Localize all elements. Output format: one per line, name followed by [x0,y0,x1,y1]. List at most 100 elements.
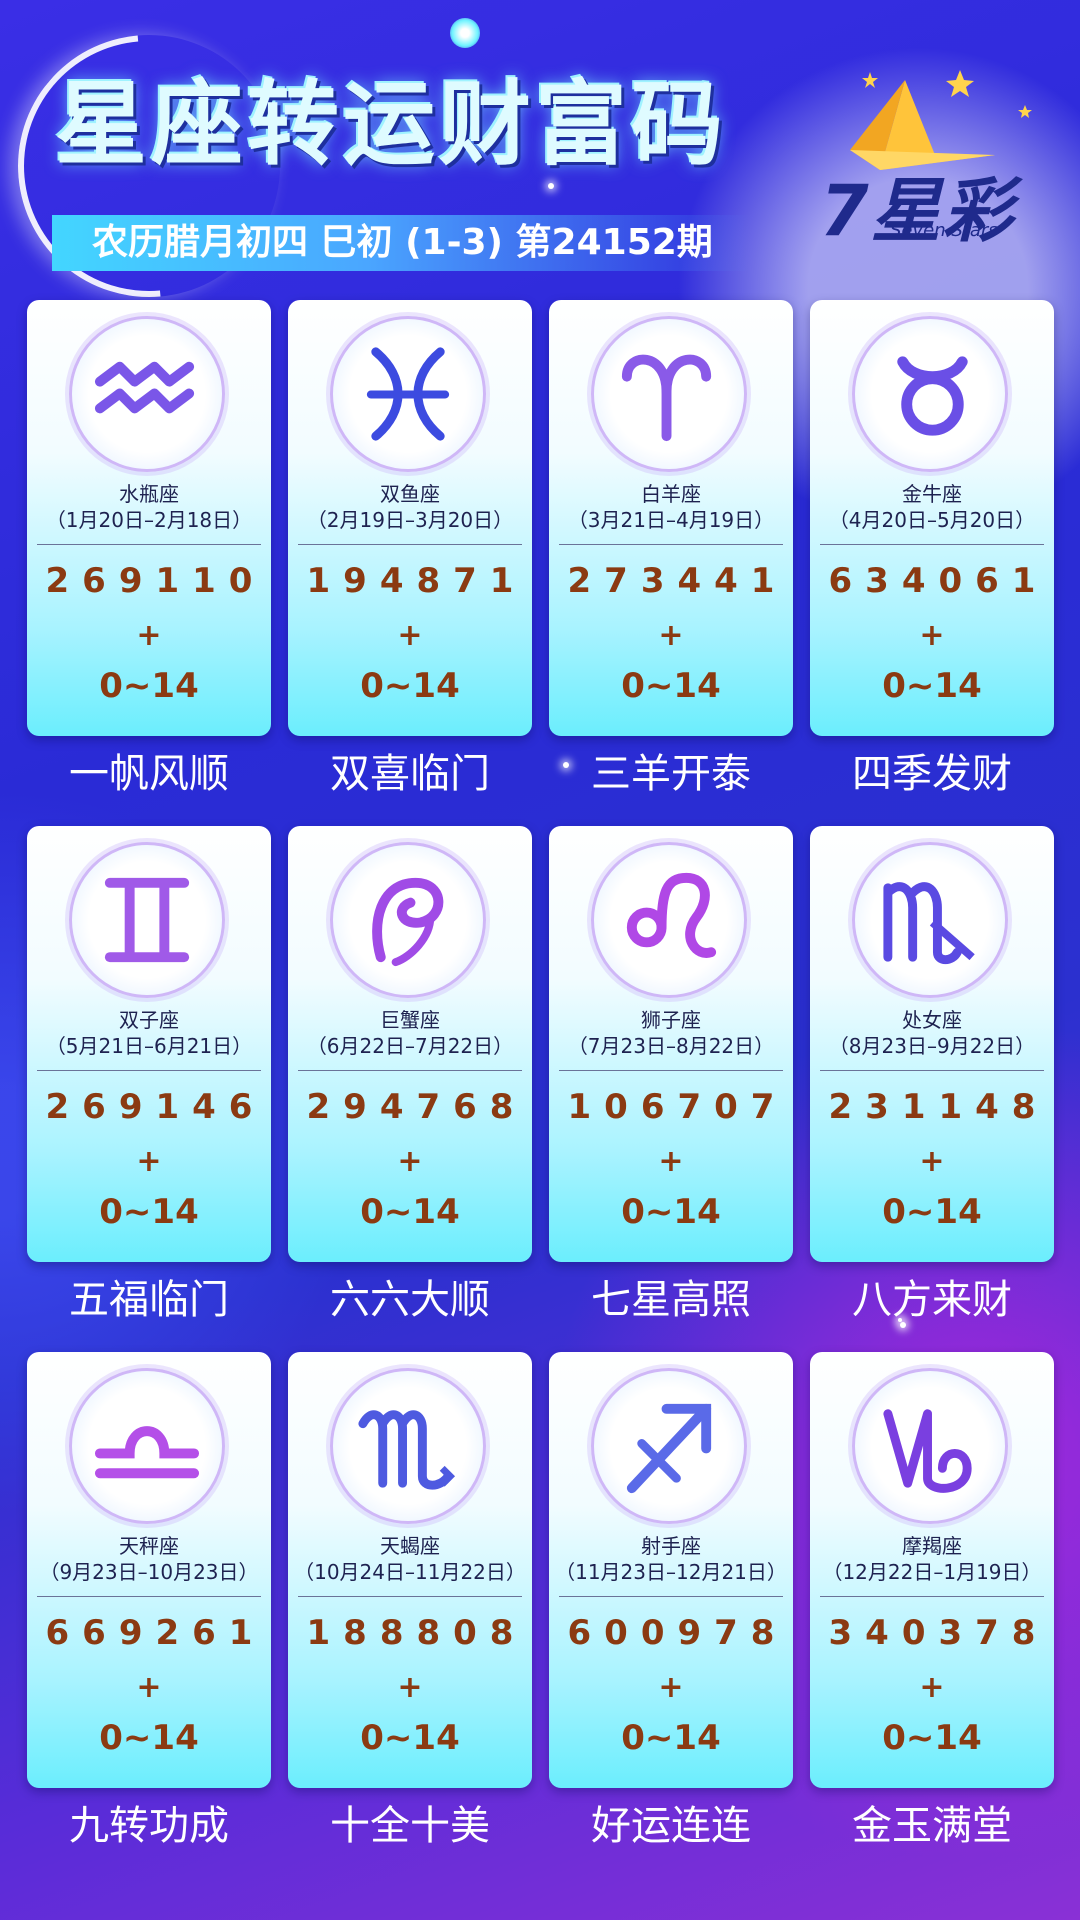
zodiac-date-range: （6月22日–7月22日） [306,1034,514,1058]
number-range: 0~14 [99,666,199,706]
blessing-caption: 七星高照 [591,1277,751,1323]
zodiac-icon-ring [330,1368,486,1524]
number-range: 0~14 [99,1718,199,1758]
blessing-caption: 四季发财 [852,751,1012,797]
glowing-orb-decoration [450,18,480,48]
lucky-numbers: 340378 [828,1613,1049,1653]
zodiac-date-range: （5月21日–6月21日） [45,1034,253,1058]
zodiac-name: 双子座 [119,1008,179,1032]
number-range: 0~14 [882,1192,982,1232]
plus-sign: + [658,1144,684,1179]
zodiac-name: 狮子座 [641,1008,701,1032]
plus-sign: + [658,618,684,653]
zodiac-icon-ring [330,316,486,472]
lucky-numbers: 669261 [45,1613,266,1653]
lucky-numbers: 194871 [306,561,527,601]
zodiac-date-range: （10月24日–11月22日） [294,1560,526,1584]
zodiac-date-range: （3月21日–4月19日） [567,508,775,532]
scorpio-icon [358,1410,456,1490]
zodiac-date-range: （7月23日–8月22日） [567,1034,775,1058]
zodiac-name: 处女座 [902,1008,962,1032]
cancer-icon [372,877,444,967]
plus-sign: + [397,618,423,653]
divider [559,1596,783,1597]
blessing-caption: 八方来财 [852,1277,1012,1323]
virgo-icon [883,882,975,965]
zodiac-icon-ring [852,842,1008,998]
page-title: 星座转运财富码 [55,71,728,178]
blessing-caption: 金玉满堂 [852,1803,1012,1849]
lucky-numbers: 106707 [567,1087,788,1127]
zodiac-name: 射手座 [641,1534,701,1558]
number-range: 0~14 [360,1192,460,1232]
zodiac-name: 水瓶座 [119,482,179,506]
lucky-numbers: 269146 [45,1087,266,1127]
lucky-numbers: 231148 [828,1087,1049,1127]
zodiac-name: 天秤座 [119,1534,179,1558]
zodiac-card: 狮子座 （7月23日–8月22日） 106707 +0~14 [549,826,793,1262]
divider [559,544,783,545]
divider [298,1070,522,1071]
zodiac-date-range: （11月23日–12月21日） [555,1560,787,1584]
plus-sign: + [136,1670,162,1705]
zodiac-card: 双子座 （5月21日–6月21日） 269146 +0~14 [27,826,271,1262]
blessing-caption: 好运连连 [591,1803,751,1849]
zodiac-date-range: （9月23日–10月23日） [39,1560,259,1584]
plus-sign: + [919,618,945,653]
zodiac-name: 金牛座 [902,482,962,506]
gemini-icon [104,877,190,963]
zodiac-card: 巨蟹座 （6月22日–7月22日） 294768 +0~14 [288,826,532,1262]
zodiac-icon-ring [69,842,225,998]
zodiac-card: 双鱼座 （2月19日–3月20日） 194871 +0~14 [288,300,532,736]
zodiac-icon-ring [69,316,225,472]
zodiac-name: 双鱼座 [380,482,440,506]
plus-sign: + [919,1144,945,1179]
divider [37,544,261,545]
divider [820,544,1044,545]
issue-subtitle: 农历腊月初四 巳初 (1-3) 第24152期 [92,222,713,263]
zodiac-card: 处女座 （8月23日–9月22日） 231148 +0~14 [810,826,1054,1262]
divider [37,1596,261,1597]
divider [298,1596,522,1597]
plus-sign: + [658,1670,684,1705]
sagittarius-icon [626,1403,712,1494]
plus-sign: + [397,1670,423,1705]
plus-sign: + [136,618,162,653]
blessing-caption: 一帆风顺 [69,751,229,797]
zodiac-icon-ring [69,1368,225,1524]
zodiac-card: 天秤座 （9月23日–10月23日） 669261 +0~14 [27,1352,271,1788]
zodiac-date-range: （12月22日–1月19日） [822,1560,1042,1584]
lucky-numbers: 634061 [828,561,1049,601]
capricorn-icon [883,1409,972,1493]
blessing-caption: 五福临门 [69,1277,229,1323]
number-range: 0~14 [621,1192,721,1232]
divider [298,544,522,545]
zodiac-date-range: （4月20日–5月20日） [828,508,1036,532]
lucky-numbers: 269110 [45,561,266,601]
zodiac-card: 白羊座 （3月21日–4月19日） 273441 +0~14 [549,300,793,736]
divider [820,1596,1044,1597]
divider [37,1070,261,1071]
leo-icon [626,872,717,958]
zodiac-icon-ring [852,316,1008,472]
aries-icon [621,354,712,442]
number-range: 0~14 [882,1718,982,1758]
pisces-icon [366,347,450,441]
zodiac-name: 巨蟹座 [380,1008,440,1032]
zodiac-card: 摩羯座 （12月22日–1月19日） 340378 +0~14 [810,1352,1054,1788]
lucky-numbers: 600978 [567,1613,788,1653]
number-range: 0~14 [360,1718,460,1758]
zodiac-name: 天蝎座 [380,1534,440,1558]
blessing-caption: 十全十美 [330,1803,490,1849]
zodiac-icon-ring [330,842,486,998]
aquarius-icon [94,361,195,414]
number-range: 0~14 [99,1192,199,1232]
zodiac-date-range: （1月20日–2月18日） [45,508,253,532]
lucky-numbers: 273441 [567,561,788,601]
number-range: 0~14 [621,666,721,706]
blessing-caption: 三羊开泰 [591,751,751,797]
plus-sign: + [919,1670,945,1705]
zodiac-name: 摩羯座 [902,1534,962,1558]
zodiac-card: 水瓶座 （1月20日–2月18日） 269110 +0~14 [27,300,271,736]
blessing-caption: 九转功成 [69,1803,229,1849]
